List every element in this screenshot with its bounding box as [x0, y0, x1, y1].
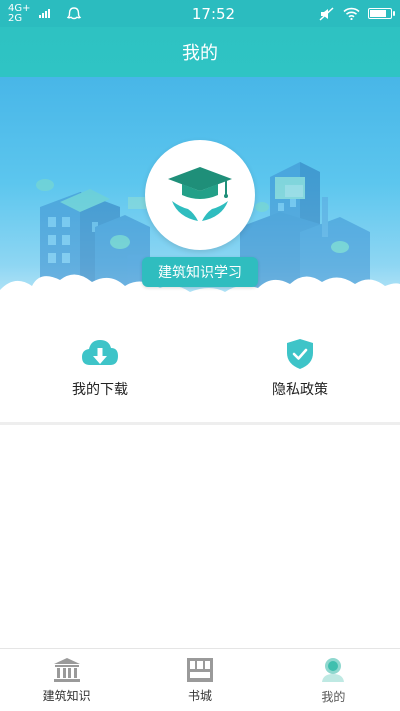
building-icon — [53, 657, 80, 682]
bottom-tab-bar: 建筑知识 书城 我的 — [0, 648, 400, 711]
tab-building-knowledge[interactable]: 建筑知识 — [0, 649, 133, 711]
battery-icon — [368, 8, 395, 19]
profile-banner: 建筑知识学习 — [0, 77, 400, 312]
page-title-bar: 我的 — [0, 27, 400, 77]
app-notification-icon — [66, 6, 81, 19]
tab-mine[interactable]: 我的 — [267, 649, 400, 711]
page-title: 我的 — [182, 43, 218, 64]
actions-row: 我的下载 隐私政策 — [0, 313, 400, 425]
status-right — [319, 6, 395, 21]
app-logo — [145, 140, 255, 250]
status-time: 17:52 — [191, 4, 236, 23]
wifi-icon — [343, 7, 360, 20]
privacy-policy-label: 隐私政策 — [272, 381, 328, 398]
my-downloads-button[interactable]: 我的下载 — [0, 313, 200, 422]
network-type-secondary: 2G — [8, 12, 23, 24]
network-type-primary: 4G+ — [8, 2, 31, 14]
status-left: 4G+ 2G — [8, 2, 148, 24]
signal-icon — [38, 9, 50, 18]
my-downloads-label: 我的下载 — [72, 381, 128, 398]
profile-icon — [322, 657, 345, 682]
tab-label: 书城 — [187, 688, 212, 703]
privacy-policy-button[interactable]: 隐私政策 — [200, 313, 400, 422]
tab-label: 我的 — [321, 689, 346, 704]
tab-bookstore[interactable]: 书城 — [133, 649, 266, 711]
tab-label: 建筑知识 — [42, 688, 91, 703]
network-indicator: 4G+ 2G — [8, 2, 31, 24]
study-button[interactable]: 建筑知识学习 — [142, 257, 258, 287]
mute-icon — [319, 6, 334, 21]
shield-check-icon — [287, 338, 313, 369]
cloud-download-icon — [82, 339, 118, 365]
bookstore-icon — [186, 657, 213, 682]
status-bar: 4G+ 2G 17:52 — [0, 0, 400, 27]
graduation-cap-icon — [168, 167, 232, 221]
